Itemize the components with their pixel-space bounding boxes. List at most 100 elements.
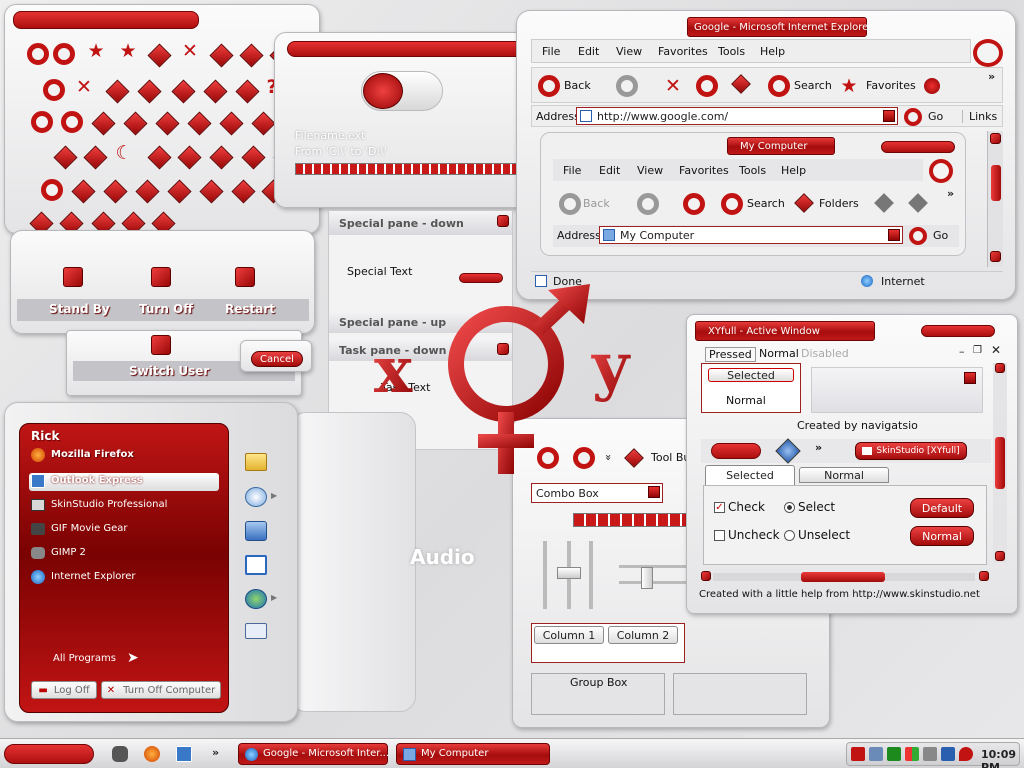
menu-file[interactable]: File [563,164,581,177]
quick-launch-chevron[interactable]: » [212,746,219,759]
xyfull-scrollbar[interactable] [993,363,1007,563]
combo-box[interactable]: Combo Box [531,483,663,503]
restore-button[interactable]: ❐ [973,345,982,356]
menu-edit[interactable]: Edit [578,45,599,58]
menu-tools[interactable]: Tools [718,45,745,58]
normal-button[interactable]: Normal [910,526,974,546]
forward-icon[interactable] [53,43,75,65]
volume-tray-icon[interactable] [923,747,937,761]
quick-launch-gimp-icon[interactable] [112,746,128,762]
go-icon[interactable] [909,227,927,245]
horizontal-scroll-thumb[interactable] [801,572,885,582]
address-dropdown-icon[interactable] [883,110,895,122]
restart-button[interactable] [235,267,255,287]
windows-tray-icon[interactable] [905,747,919,761]
scroll-thumb[interactable] [991,165,1001,201]
folders-label[interactable]: Folders [819,197,859,210]
star-icon[interactable]: ★ [117,41,139,61]
move-icon[interactable] [209,145,234,170]
list-item-selected[interactable]: Selected [708,368,794,382]
toolbar-red-button[interactable] [711,443,761,459]
close-icon[interactable]: ✕ [73,77,95,97]
search-icon[interactable] [31,111,53,133]
menu-help[interactable]: Help [781,164,806,177]
back-label[interactable]: Back [564,79,591,92]
select-radio[interactable] [784,502,795,513]
control-panel-icon[interactable] [245,487,267,507]
search-icon[interactable] [721,193,743,215]
views-icon[interactable] [874,193,894,213]
check-label[interactable]: Check [728,500,765,514]
back-icon[interactable] [27,43,49,65]
close-icon[interactable]: ✕ [179,41,201,61]
tab-pressed[interactable]: Pressed [705,347,756,362]
toolbar-chevron[interactable]: » [988,70,995,83]
menu-view[interactable]: View [637,164,663,177]
search-label[interactable]: Search [747,197,785,210]
toolbar-chevron[interactable]: » [947,187,954,200]
sync-icon[interactable] [231,179,256,204]
views-icon[interactable] [908,193,928,213]
scroll-down-button[interactable] [995,551,1005,561]
menu-favorites[interactable]: Favorites [658,45,708,58]
scroll-right-button[interactable] [979,571,989,581]
tab-normal-header[interactable]: Normal [799,467,889,483]
history-icon[interactable] [155,111,180,136]
scroll-thumb[interactable] [995,437,1005,489]
quick-launch-outlook-icon[interactable] [176,746,192,762]
explorer-controls-bar[interactable] [881,141,955,153]
scroll-up-button[interactable] [990,133,1001,144]
menu-file[interactable]: File [542,45,560,58]
skinstudio-task-button[interactable]: SkinStudio [XYfull] [855,442,967,460]
home-icon[interactable] [209,43,234,68]
network-tray-icon[interactable] [869,747,883,761]
forward-icon[interactable] [616,75,638,97]
preview-dropdown-icon[interactable] [964,372,976,384]
unselect-label[interactable]: Unselect [798,528,850,542]
program-item-gimp[interactable]: GIMP 2 [29,545,219,563]
documents-folder-icon[interactable] [245,453,267,471]
encoding-icon[interactable] [103,179,128,204]
scroll-down-button[interactable] [990,251,1001,262]
folder-icon[interactable] [187,111,212,136]
up-folder-icon[interactable] [683,193,705,215]
select-label[interactable]: Select [798,500,835,514]
program-item-gif-movie-gear[interactable]: GIF Movie Gear [29,521,219,539]
favorites-label[interactable]: Favorites [866,79,916,92]
discuss-icon[interactable] [241,145,266,170]
favorites-star-icon[interactable]: ★ [838,76,860,96]
horizontal-scrollbar[interactable] [701,571,1005,583]
address-input[interactable]: My Computer [599,226,903,244]
column-1-header[interactable]: Column 1 [534,626,604,644]
unselect-radio[interactable] [784,530,795,541]
info-tray-icon[interactable] [887,747,901,761]
vertical-slider-thumb[interactable] [557,567,581,579]
folders-icon[interactable] [794,193,814,213]
back-icon[interactable] [41,179,63,201]
media-icon[interactable] [924,78,940,94]
check-checkbox[interactable]: ✓ [714,502,725,513]
messenger-icon[interactable] [167,179,192,204]
tasks-icon[interactable] [245,555,267,575]
delete-icon[interactable] [53,145,78,170]
clock[interactable]: 10:09 PM [981,748,1019,768]
task-button-my-computer[interactable]: My Computer [396,743,550,765]
tab-normal[interactable]: Normal [759,347,799,360]
start-button[interactable] [4,744,94,764]
refresh-icon[interactable] [696,75,718,97]
internet-globe-icon[interactable] [245,589,267,609]
search-label[interactable]: Search [794,79,832,92]
switch-user-button[interactable] [151,335,171,355]
program-item-firefox[interactable]: Mozilla Firefox [29,447,219,465]
list-item-normal[interactable]: Normal [726,394,766,407]
size-icon[interactable] [71,179,96,204]
paste-icon[interactable] [251,111,276,136]
security-shield-icon[interactable] [959,747,973,761]
scroll-up-button[interactable] [995,363,1005,373]
toolbar-label[interactable]: Tool Bu [651,451,690,464]
close-button[interactable]: ✕ [991,343,1001,357]
go-label[interactable]: Go [928,110,943,123]
star-icon[interactable]: ★ [85,41,107,61]
moon-icon[interactable]: ☾ [113,143,135,163]
back-label[interactable]: Back [583,197,610,210]
